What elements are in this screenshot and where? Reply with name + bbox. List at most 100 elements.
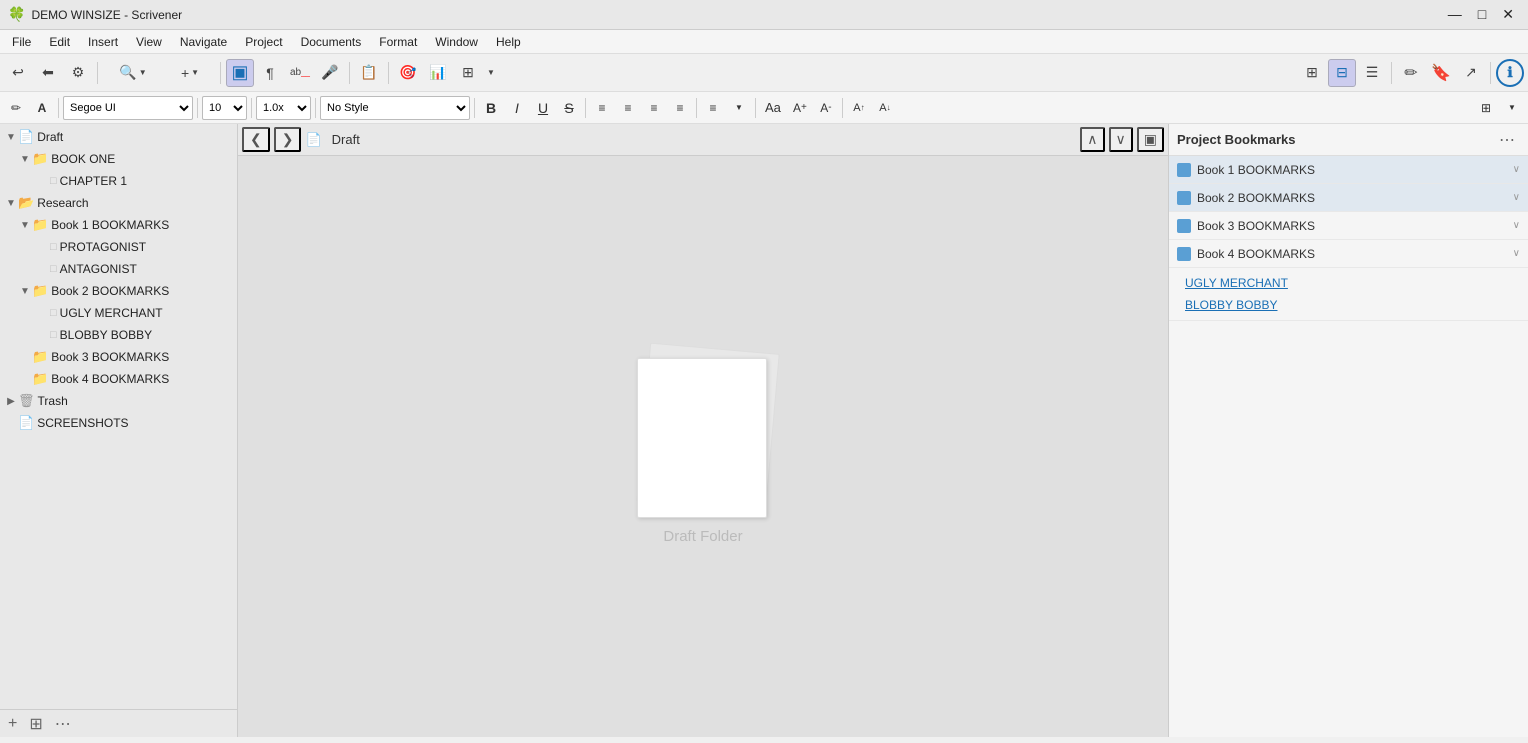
editor-split-button[interactable]: ▣ [1137, 127, 1164, 152]
menu-insert[interactable]: Insert [80, 33, 126, 51]
target-button[interactable]: 🎯 [394, 59, 422, 87]
sidebar-item-book3-bookmarks[interactable]: 📁 Book 3 BOOKMARKS [0, 346, 237, 368]
font-smaller-button[interactable]: A- [814, 96, 838, 120]
grid-dropdown-button[interactable]: ▼ [484, 59, 498, 87]
dictate-button[interactable]: 🎤 [316, 59, 344, 87]
sidebar-item-book1-bookmarks[interactable]: ▼ 📁 Book 1 BOOKMARKS [0, 214, 237, 236]
grid-button[interactable]: ⊞ [454, 59, 482, 87]
protagonist-label: PROTAGONIST [60, 240, 146, 254]
search-icon: 🔍 [119, 64, 136, 81]
editor-down-button[interactable]: ∨ [1109, 127, 1133, 152]
stats-button[interactable]: 📊 [424, 59, 452, 87]
menu-edit[interactable]: Edit [41, 33, 78, 51]
line-spacing-select[interactable]: 1.0x [256, 96, 311, 120]
minimize-button[interactable]: — [1442, 4, 1468, 25]
paragraph-button[interactable]: ¶ [256, 59, 284, 87]
search-button[interactable]: 🔍 ▼ [103, 59, 163, 87]
superscript-button[interactable]: A↑ [847, 96, 871, 120]
ugly-merchant-label: UGLY MERCHANT [60, 306, 163, 320]
underline-button[interactable]: U [531, 96, 555, 120]
italic-button[interactable]: I [505, 96, 529, 120]
sidebar-item-book2-bookmarks[interactable]: ▼ 📁 Book 2 BOOKMARKS [0, 280, 237, 302]
bookmark-right-button[interactable]: 🔖 [1427, 59, 1455, 87]
bookmark-row-book1[interactable]: Book 1 BOOKMARKS ∨ [1169, 156, 1528, 184]
align-left-button[interactable]: ≡ [590, 96, 614, 120]
view-mode-button[interactable]: ⊞ [25, 712, 46, 736]
more-options-button[interactable]: ⋯ [51, 712, 75, 736]
bold-button[interactable]: B [479, 96, 503, 120]
sidebar-item-draft[interactable]: ▼ 📄 Draft [0, 126, 237, 148]
editor-up-button[interactable]: ∧ [1080, 127, 1104, 152]
sidebar-item-blobby-bobby[interactable]: □ BLOBBY BOBBY [0, 324, 237, 346]
undo-button[interactable]: ↩ [4, 59, 32, 87]
font-bigger-button[interactable]: A+ [788, 96, 812, 120]
bookmark-row-book2[interactable]: Book 2 BOOKMARKS ∨ [1169, 184, 1528, 212]
book1-bm-folder-icon: 📁 [32, 217, 48, 233]
font-size-select[interactable]: 10 [202, 96, 247, 120]
list-view-button[interactable]: ☰ [1358, 59, 1386, 87]
list-dropdown-button[interactable]: ▼ [727, 96, 751, 120]
sidebar-item-screenshots[interactable]: 📄 SCREENSHOTS [0, 412, 237, 434]
sidebar-item-book4-bookmarks[interactable]: 📁 Book 4 BOOKMARKS [0, 368, 237, 390]
bookmark-row-book4[interactable]: Book 4 BOOKMARKS ∨ [1169, 240, 1528, 268]
sidebar-item-chapter-1[interactable]: □ CHAPTER 1 [0, 170, 237, 192]
sidebar-item-research[interactable]: ▼ 📂 Research [0, 192, 237, 214]
view-button[interactable]: ▣ [226, 59, 254, 87]
menu-project[interactable]: Project [237, 33, 290, 51]
right-panel-title: Project Bookmarks [1177, 132, 1494, 147]
table-dropdown-button[interactable]: ▼ [1500, 96, 1524, 120]
add-button[interactable]: + ▼ [165, 59, 215, 87]
list-button[interactable]: ≡ [701, 96, 725, 120]
help-button[interactable]: ℹ [1496, 59, 1524, 87]
bookmark-row-book3[interactable]: Book 3 BOOKMARKS ∨ [1169, 212, 1528, 240]
editor-next-button[interactable]: ❯ [274, 127, 302, 152]
app-icon: 🍀 [8, 6, 25, 23]
book4-bm-chevron-icon: ∨ [1513, 248, 1520, 259]
book-one-label: BOOK ONE [51, 152, 115, 166]
font-family-select[interactable]: Segoe UI [63, 96, 193, 120]
sidebar-item-ugly-merchant[interactable]: □ UGLY MERCHANT [0, 302, 237, 324]
settings-button[interactable]: ⚙ [64, 59, 92, 87]
font-normal-button[interactable]: Aa [760, 96, 786, 120]
ugly-merchant-link[interactable]: UGLY MERCHANT [1169, 272, 1528, 294]
maximize-button[interactable]: □ [1472, 4, 1492, 25]
spell-button[interactable]: ab__ [286, 59, 314, 87]
back-button[interactable]: ⬅ [34, 59, 62, 87]
align-justify-button[interactable]: ≡ [668, 96, 692, 120]
add-item-button[interactable]: + [4, 713, 21, 735]
outline-view-button[interactable]: ⊟ [1328, 59, 1356, 87]
book2-bm-panel-label: Book 2 BOOKMARKS [1197, 191, 1513, 205]
sidebar-item-book-one[interactable]: ▼ 📁 BOOK ONE [0, 148, 237, 170]
sidebar-item-trash[interactable]: ▶ 🗑 Trash [0, 390, 237, 412]
book2-bm-folder-icon: 📁 [32, 283, 48, 299]
menu-navigate[interactable]: Navigate [172, 33, 235, 51]
text-color-button[interactable]: A [30, 96, 54, 120]
blobby-bobby-link[interactable]: BLOBBY BOBBY [1169, 294, 1528, 316]
menu-window[interactable]: Window [427, 33, 486, 51]
menu-help[interactable]: Help [488, 33, 529, 51]
sidebar-item-antagonist[interactable]: □ ANTAGONIST [0, 258, 237, 280]
menu-documents[interactable]: Documents [293, 33, 370, 51]
align-right-button[interactable]: ≡ [642, 96, 666, 120]
strikethrough-button[interactable]: S [557, 96, 581, 120]
main-content: ❮ ❯ 📄 Draft ∧ ∨ ▣ Draft Folder [238, 124, 1168, 737]
sidebar-item-protagonist[interactable]: □ PROTAGONIST [0, 236, 237, 258]
compose-button[interactable]: ✏ [1397, 59, 1425, 87]
menu-view[interactable]: View [128, 33, 170, 51]
copy-format-button[interactable]: 📋 [355, 59, 383, 87]
menu-file[interactable]: File [4, 33, 39, 51]
style-select[interactable]: No Style [320, 96, 470, 120]
align-center-button[interactable]: ≡ [616, 96, 640, 120]
table-insert-button[interactable]: ⊞ [1474, 96, 1498, 120]
antagonist-label: ANTAGONIST [60, 262, 137, 276]
tile-view-button[interactable]: ⊞ [1298, 59, 1326, 87]
clear-format-button[interactable]: ✏ [4, 96, 28, 120]
sidebar-content: ▼ 📄 Draft ▼ 📁 BOOK ONE □ CHAPTER 1 ▼ 📂 R… [0, 124, 237, 709]
share-button[interactable]: ↗ [1457, 59, 1485, 87]
subscript-button[interactable]: A↓ [873, 96, 897, 120]
editor-breadcrumb-icon: 📄 [305, 132, 321, 148]
close-button[interactable]: ✕ [1496, 4, 1520, 25]
menu-format[interactable]: Format [371, 33, 425, 51]
editor-prev-button[interactable]: ❮ [242, 127, 270, 152]
right-panel-menu-button[interactable]: ⋯ [1494, 128, 1520, 152]
